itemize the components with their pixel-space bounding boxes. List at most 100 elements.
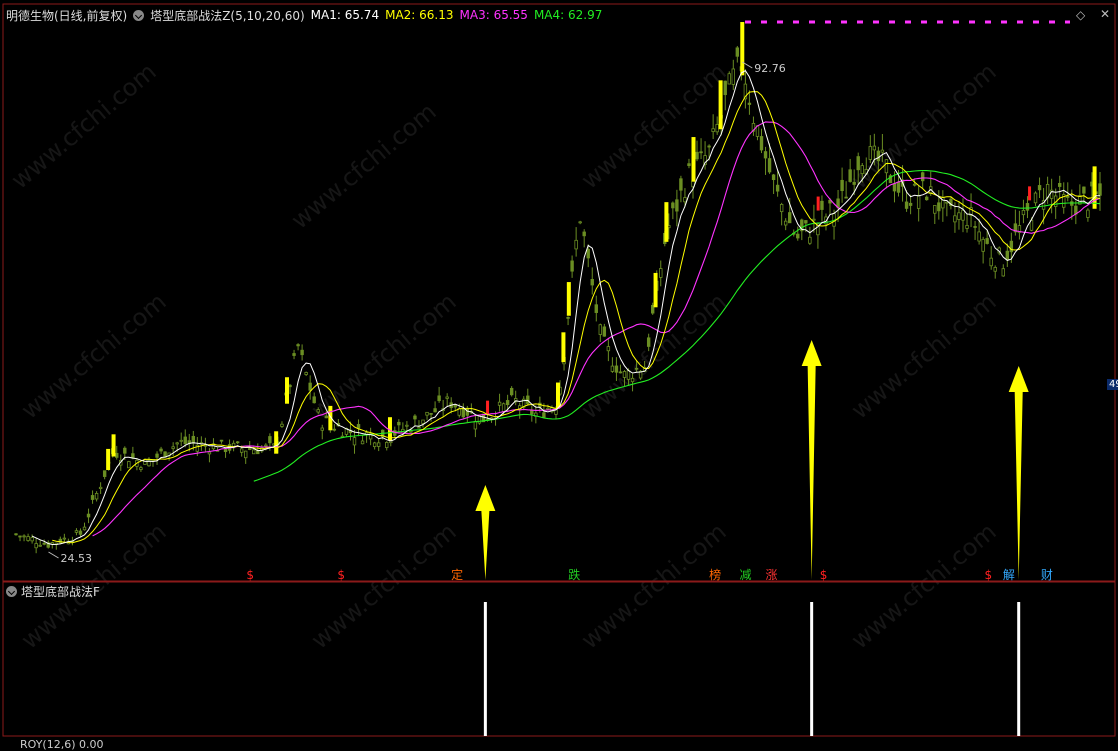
signal-candle xyxy=(285,377,289,404)
candle-body xyxy=(937,202,941,212)
watermark-layer: www.cfchi.com www.cfchi.com www.cfchi.com w… xyxy=(6,57,1002,654)
ma1-line xyxy=(31,70,1100,546)
candle-body xyxy=(659,268,663,278)
candle-body xyxy=(586,248,590,259)
candle-body xyxy=(872,145,877,151)
candle-body xyxy=(876,150,881,162)
candle-body xyxy=(836,198,840,208)
candle-body xyxy=(606,346,611,352)
watermark-text: www.cfchi.com xyxy=(576,517,732,654)
candle-body xyxy=(912,183,917,186)
sub-indicator-name: 塔型底部战法F xyxy=(21,584,100,599)
candle-body xyxy=(1082,186,1086,194)
candle-body xyxy=(207,451,212,455)
candle-body xyxy=(598,324,603,335)
candle-body xyxy=(86,513,91,518)
candle-body xyxy=(445,396,449,399)
candle-body xyxy=(239,448,244,453)
candle-body xyxy=(715,124,719,133)
candle-body xyxy=(679,178,683,191)
candle-body xyxy=(223,449,228,453)
candle-body xyxy=(14,533,18,536)
red-signal-candle xyxy=(816,196,820,211)
watermark-text: www.cfchi.com xyxy=(16,287,172,424)
candle-body xyxy=(1033,192,1038,204)
candle-body xyxy=(993,267,997,272)
candle-body xyxy=(530,410,534,415)
candle-body xyxy=(425,411,429,416)
candle-body xyxy=(102,470,107,477)
signal-marker: $ xyxy=(985,568,993,582)
low-leader xyxy=(48,551,59,559)
candle-body xyxy=(566,316,570,319)
candle-body xyxy=(747,102,752,105)
candle-body xyxy=(526,395,530,405)
candle-body xyxy=(42,542,46,545)
candle-body xyxy=(280,423,284,427)
candle-body xyxy=(989,257,993,267)
candle-body xyxy=(884,159,889,174)
candle-body xyxy=(542,412,546,418)
candle-body xyxy=(497,401,502,406)
sub-chart-bar xyxy=(1017,602,1021,736)
settings-diamond-icon[interactable]: ◇ xyxy=(1076,8,1085,22)
candle-body xyxy=(179,439,183,442)
signal-candle xyxy=(274,431,279,454)
candle-body xyxy=(288,384,292,388)
signal-candle xyxy=(664,202,669,242)
ma1-value: MA1: 65.74 xyxy=(310,8,380,22)
signal-marker: $ xyxy=(820,568,828,582)
watermark-text: www.cfchi.com xyxy=(846,517,1002,654)
candle-body xyxy=(30,537,34,542)
candle-body xyxy=(759,136,764,151)
candle-body xyxy=(574,239,578,250)
candle-body xyxy=(300,349,304,356)
indicator-toggle-icon[interactable] xyxy=(133,9,145,21)
candle-body xyxy=(1001,268,1005,277)
candle-body xyxy=(985,238,989,244)
candle-body xyxy=(98,486,103,489)
low-label: 24.53 xyxy=(61,552,93,565)
signal-marker: 跌 xyxy=(568,567,580,582)
candle-body xyxy=(804,220,808,224)
candle-body xyxy=(360,440,365,445)
candle-body xyxy=(634,367,639,370)
candle-body xyxy=(731,68,735,85)
candle-body xyxy=(779,204,784,213)
sub-chart-bar xyxy=(483,602,487,736)
candle-body xyxy=(505,400,510,406)
candle-body xyxy=(219,439,224,442)
candle-body xyxy=(771,174,776,181)
candle-body xyxy=(385,442,389,449)
candle-body xyxy=(683,197,687,203)
watermark-text: www.cfchi.com xyxy=(306,517,462,654)
candle-body xyxy=(356,424,361,429)
candle-body xyxy=(933,205,937,214)
signal-candle xyxy=(566,282,571,316)
candle-body xyxy=(945,201,949,204)
candle-body xyxy=(820,200,824,210)
candle-body xyxy=(171,446,175,449)
candle-body xyxy=(316,409,320,413)
candle-body xyxy=(981,238,985,252)
candle-body xyxy=(78,530,83,535)
candle-body xyxy=(675,199,679,212)
candle-body xyxy=(115,452,119,458)
candle-body xyxy=(183,436,187,445)
signal-candle xyxy=(1092,166,1097,209)
sub-panel-border xyxy=(2,581,1116,737)
bottom-indicator-label: ROY(12,6) 0.00 xyxy=(20,738,104,751)
candle-body xyxy=(320,427,324,431)
sub-indicator-toggle-icon[interactable] xyxy=(6,585,17,597)
signal-candle xyxy=(111,434,116,457)
candle-body xyxy=(896,181,901,193)
close-icon[interactable]: ✕ xyxy=(1100,7,1110,21)
candle-body xyxy=(844,196,848,199)
ma2-value: MA2: 66.13 xyxy=(385,8,454,22)
candle-body xyxy=(570,260,574,272)
candle-body xyxy=(920,172,925,182)
candle-body xyxy=(626,370,631,380)
candle-body xyxy=(965,225,969,229)
candle-body xyxy=(727,73,731,85)
candle-body xyxy=(546,407,550,410)
